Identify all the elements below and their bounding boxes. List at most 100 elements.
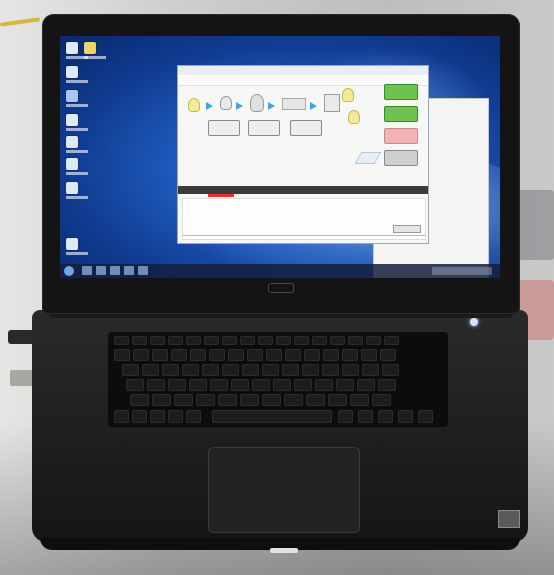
data-toolbar[interactable] xyxy=(178,186,428,194)
grey-button[interactable] xyxy=(384,150,418,166)
keyboard-key[interactable] xyxy=(342,364,359,376)
red-button[interactable] xyxy=(384,128,418,144)
keyboard-key[interactable] xyxy=(328,394,347,406)
step-box[interactable] xyxy=(248,120,280,136)
keyboard-key[interactable] xyxy=(171,349,187,361)
desktop-icon[interactable] xyxy=(66,90,88,107)
keyboard-key[interactable] xyxy=(382,364,399,376)
keyboard-key[interactable] xyxy=(204,336,219,345)
keyboard-key[interactable] xyxy=(231,379,249,391)
app-window[interactable] xyxy=(177,65,429,244)
keyboard-key[interactable] xyxy=(142,364,159,376)
keyboard-key[interactable] xyxy=(218,394,237,406)
keyboard-key[interactable] xyxy=(240,336,255,345)
plot-button[interactable] xyxy=(393,225,421,233)
keyboard-key[interactable] xyxy=(330,336,345,345)
keyboard-key[interactable] xyxy=(114,349,130,361)
keyboard-key[interactable] xyxy=(209,349,225,361)
keyboard[interactable] xyxy=(108,332,448,427)
keyboard-key[interactable] xyxy=(372,394,391,406)
step-box[interactable] xyxy=(208,120,240,136)
step-box[interactable] xyxy=(290,120,322,136)
keyboard-key[interactable] xyxy=(133,349,149,361)
keyboard-key[interactable] xyxy=(336,379,354,391)
keyboard-key[interactable] xyxy=(315,379,333,391)
keyboard-key[interactable] xyxy=(189,379,207,391)
keyboard-key[interactable] xyxy=(252,379,270,391)
desktop-icon[interactable] xyxy=(66,136,88,153)
keyboard-key[interactable] xyxy=(323,349,339,361)
keyboard-key[interactable] xyxy=(361,349,377,361)
taskbar-icon[interactable] xyxy=(110,266,120,275)
keyboard-key[interactable] xyxy=(350,394,369,406)
keyboard-key[interactable] xyxy=(202,364,219,376)
keyboard-key[interactable] xyxy=(294,336,309,345)
keyboard-key[interactable] xyxy=(273,379,291,391)
keyboard-key[interactable] xyxy=(357,379,375,391)
window-titlebar[interactable] xyxy=(178,66,428,75)
keyboard-key[interactable] xyxy=(378,410,393,423)
keyboard-key[interactable] xyxy=(174,394,193,406)
keyboard-key[interactable] xyxy=(132,336,147,345)
keyboard-key[interactable] xyxy=(304,349,320,361)
keyboard-key[interactable] xyxy=(168,379,186,391)
touchpad[interactable] xyxy=(208,447,360,533)
keyboard-key[interactable] xyxy=(338,410,353,423)
keyboard-key[interactable] xyxy=(302,364,319,376)
keyboard-key[interactable] xyxy=(284,394,303,406)
green-button[interactable] xyxy=(384,84,418,100)
taskbar-icon[interactable] xyxy=(96,266,106,275)
keyboard-key[interactable] xyxy=(240,394,259,406)
green-button[interactable] xyxy=(384,106,418,122)
system-tray[interactable] xyxy=(432,267,492,275)
keyboard-key[interactable] xyxy=(222,336,237,345)
keyboard-key[interactable] xyxy=(262,364,279,376)
keyboard-key[interactable] xyxy=(168,410,183,423)
keyboard-key[interactable] xyxy=(228,349,244,361)
keyboard-key[interactable] xyxy=(182,364,199,376)
keyboard-key[interactable] xyxy=(152,349,168,361)
keyboard-key[interactable] xyxy=(276,336,291,345)
keyboard-key[interactable] xyxy=(114,336,129,345)
keyboard-key[interactable] xyxy=(398,410,413,423)
keyboard-key[interactable] xyxy=(366,336,381,345)
keyboard-key[interactable] xyxy=(266,349,282,361)
desktop-icon[interactable] xyxy=(84,42,106,59)
keyboard-key[interactable] xyxy=(282,364,299,376)
desktop-icon[interactable] xyxy=(66,114,88,131)
spacebar-key[interactable] xyxy=(212,410,332,423)
keyboard-key[interactable] xyxy=(322,364,339,376)
keyboard-key[interactable] xyxy=(258,336,273,345)
keyboard-key[interactable] xyxy=(285,349,301,361)
keyboard-key[interactable] xyxy=(162,364,179,376)
keyboard-key[interactable] xyxy=(196,394,215,406)
keyboard-key[interactable] xyxy=(380,349,396,361)
keyboard-key[interactable] xyxy=(210,379,228,391)
keyboard-key[interactable] xyxy=(242,364,259,376)
keyboard-key[interactable] xyxy=(418,410,433,423)
keyboard-key[interactable] xyxy=(132,410,147,423)
keyboard-key[interactable] xyxy=(190,349,206,361)
keyboard-key[interactable] xyxy=(348,336,363,345)
keyboard-key[interactable] xyxy=(130,394,149,406)
keyboard-key[interactable] xyxy=(152,394,171,406)
keyboard-key[interactable] xyxy=(247,349,263,361)
taskbar-icon[interactable] xyxy=(124,266,134,275)
keyboard-key[interactable] xyxy=(342,349,358,361)
taskbar-icon[interactable] xyxy=(82,266,92,275)
keyboard-key[interactable] xyxy=(262,394,281,406)
keyboard-key[interactable] xyxy=(358,410,373,423)
power-button[interactable] xyxy=(470,318,478,326)
keyboard-key[interactable] xyxy=(294,379,312,391)
keyboard-key[interactable] xyxy=(122,364,139,376)
keyboard-key[interactable] xyxy=(186,336,201,345)
keyboard-key[interactable] xyxy=(150,410,165,423)
keyboard-key[interactable] xyxy=(150,336,165,345)
keyboard-key[interactable] xyxy=(147,379,165,391)
keyboard-key[interactable] xyxy=(114,410,129,423)
desktop-icon[interactable] xyxy=(66,66,88,83)
start-icon[interactable] xyxy=(64,266,74,276)
keyboard-key[interactable] xyxy=(362,364,379,376)
keyboard-key[interactable] xyxy=(126,379,144,391)
keyboard-key[interactable] xyxy=(306,394,325,406)
